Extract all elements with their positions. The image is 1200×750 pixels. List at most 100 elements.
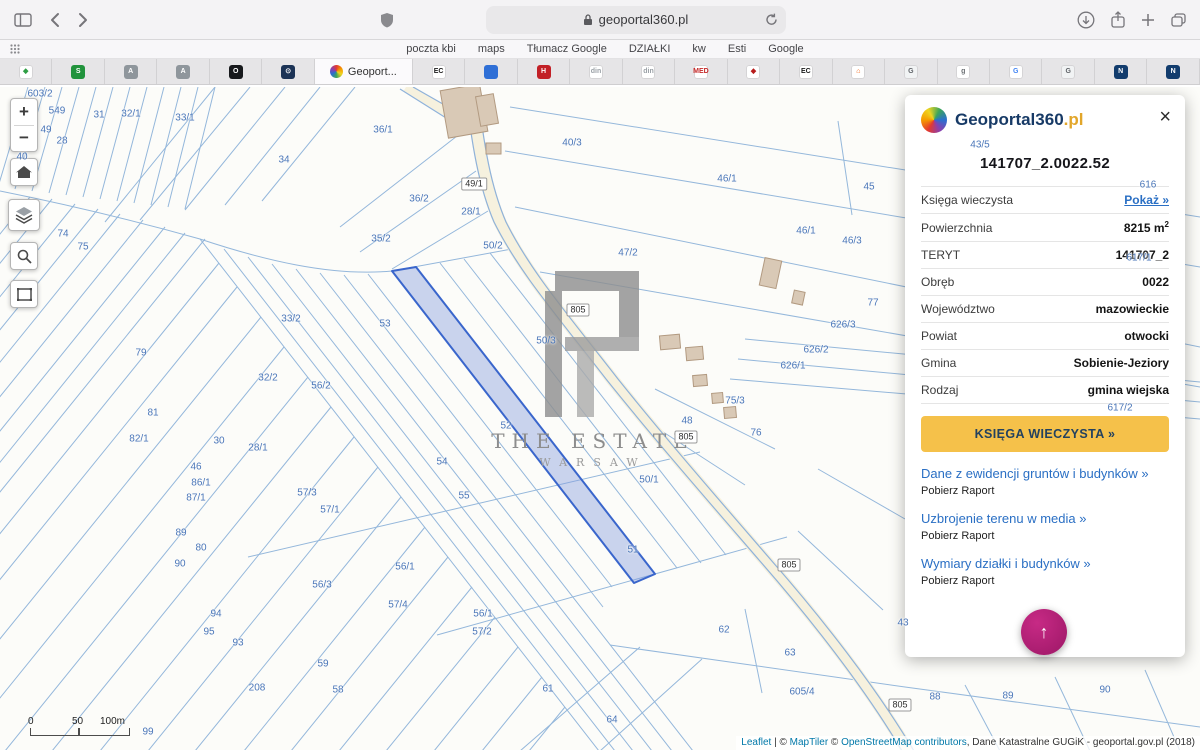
attribution-link[interactable]: MapTiler (790, 737, 829, 748)
row-value-link[interactable]: Pokaż » (1124, 193, 1169, 207)
browser-tab[interactable]: G (885, 59, 937, 84)
search-button[interactable] (10, 242, 38, 270)
tab-favicon: H (537, 65, 551, 79)
bookmarks-grid-icon[interactable] (10, 44, 20, 54)
bookmark-item[interactable]: poczta kbi (406, 43, 456, 55)
browser-tab[interactable]: ⌂ (833, 59, 885, 84)
browser-toolbar: geoportal360.pl (0, 0, 1200, 40)
report-sublabel: Pobierz Raport (921, 575, 1169, 587)
share-icon[interactable] (1111, 11, 1125, 28)
browser-tab[interactable]: S (52, 59, 104, 84)
tab-favicon: N (1114, 65, 1128, 79)
home-button[interactable] (10, 158, 38, 186)
zoom-out-button[interactable]: − (11, 126, 37, 151)
row-value: 8215 m2 (1124, 220, 1169, 235)
browser-tab[interactable]: H (518, 59, 570, 84)
report-links: Dane z ewidencji gruntów i budynków » Pob… (921, 466, 1169, 587)
zoom-control: + − (10, 98, 38, 152)
browser-tab[interactable]: G (990, 59, 1042, 84)
panel-row: TERYT141707_2 (921, 242, 1169, 269)
close-icon[interactable]: × (1159, 107, 1171, 127)
browser-tab[interactable]: ◆ (0, 59, 52, 84)
back-icon[interactable] (50, 12, 60, 28)
browser-tab[interactable]: A (105, 59, 157, 84)
scroll-top-button[interactable]: ↑ (1021, 609, 1067, 655)
browser-tab[interactable]: ◆ (728, 59, 780, 84)
downloads-icon[interactable] (1077, 11, 1095, 29)
tab-favicon: din (589, 65, 603, 79)
new-tab-icon[interactable] (1141, 13, 1155, 27)
panel-row: Powiatotwocki (921, 323, 1169, 350)
active-tab[interactable]: Geoport... (315, 59, 413, 84)
tab-overview-icon[interactable] (1171, 13, 1186, 27)
up-arrow-icon: ↑ (1040, 622, 1049, 643)
attribution-text: | © (771, 737, 789, 748)
browser-tab[interactable]: EC (413, 59, 465, 84)
panel-row: GminaSobienie-Jeziory (921, 350, 1169, 377)
report-link[interactable]: Uzbrojenie terenu w media » (921, 511, 1169, 526)
bookmark-item[interactable]: kw (692, 43, 705, 55)
parcel-attributes-table: Księga wieczysta Pokaż » Powierzchnia 8215 … (921, 186, 1169, 404)
select-area-button[interactable] (10, 280, 38, 308)
bookmark-item[interactable]: Tłumacz Google (527, 43, 607, 55)
tab-favicon: G (1061, 65, 1075, 79)
layers-button[interactable] (8, 199, 40, 231)
scale-mid: 50 (72, 716, 83, 727)
brand-name: Geoportal (955, 110, 1035, 130)
tab-favicon: G (1009, 65, 1023, 79)
bookmark-item[interactable]: DZIAŁKI (629, 43, 671, 55)
panel-row: Województwomazowieckie (921, 296, 1169, 323)
address-bar[interactable]: geoportal360.pl (486, 6, 786, 34)
row-label: Księga wieczysta (921, 193, 1013, 207)
bookmark-item[interactable]: Esti (728, 43, 746, 55)
report-sublabel: Pobierz Raport (921, 530, 1169, 542)
tab-group-right: ECHdindinMED◆EC⌂GgGGNN (413, 59, 1200, 84)
scale-zero: 0 (28, 716, 34, 727)
ksiega-wieczysta-button[interactable]: KSIĘGA WIECZYSTA » (921, 416, 1169, 452)
attribution-link[interactable]: Leaflet (741, 737, 771, 748)
bookmark-item[interactable]: Google (768, 43, 803, 55)
browser-tab[interactable]: ⊙ (262, 59, 314, 84)
row-value: gmina wiejska (1088, 383, 1169, 397)
privacy-shield-icon[interactable] (380, 12, 394, 28)
watermark-title: THE ESTATE (478, 429, 708, 453)
row-value: 141707_2 (1116, 248, 1169, 262)
browser-tab[interactable]: G (1042, 59, 1094, 84)
browser-tab[interactable]: N (1147, 59, 1199, 84)
brand-number: 360 (1035, 110, 1063, 130)
map-area[interactable]: THE ESTATE WARSAW 603/25493132/133/14928… (0, 87, 1200, 750)
panel-row: Rodzajgmina wiejska (921, 377, 1169, 404)
sidebar-toggle-icon[interactable] (14, 13, 32, 27)
info-panel: Geoportal360.pl × 141707_2.0022.52 Księg… (905, 95, 1185, 657)
forward-icon[interactable] (78, 12, 88, 28)
tab-favicon: G (904, 65, 918, 79)
tab-favicon (330, 65, 343, 78)
map-attribution: Leaflet | © MapTiler © OpenStreetMap con… (736, 736, 1200, 750)
panel-row: Powierzchnia 8215 m2 (921, 214, 1169, 242)
report-link[interactable]: Dane z ewidencji gruntów i budynków » (921, 466, 1169, 481)
row-value: otwocki (1124, 329, 1169, 343)
bookmark-item[interactable]: maps (478, 43, 505, 55)
browser-tab[interactable]: O (210, 59, 262, 84)
browser-tab[interactable]: din (623, 59, 675, 84)
tab-label: Geoport... (348, 66, 397, 78)
browser-tab[interactable] (465, 59, 517, 84)
browser-tab[interactable]: din (570, 59, 622, 84)
browser-tab[interactable]: N (1095, 59, 1147, 84)
tab-favicon: O (229, 65, 243, 79)
row-value: mazowieckie (1096, 302, 1169, 316)
report-link[interactable]: Wymiary działki i budynków » (921, 556, 1169, 571)
browser-tab[interactable]: g (938, 59, 990, 84)
attribution-link[interactable]: OpenStreetMap contributors (841, 737, 967, 748)
row-label: Obręb (921, 275, 954, 289)
browser-tab[interactable]: MED (675, 59, 727, 84)
browser-tab[interactable]: A (157, 59, 209, 84)
row-label: Powierzchnia (921, 221, 992, 235)
panel-row: Obręb0022 (921, 269, 1169, 296)
tab-group-left: ◆SAAO⊙ (0, 59, 315, 84)
browser-tab[interactable]: EC (780, 59, 832, 84)
zoom-in-button[interactable]: + (11, 100, 37, 125)
browser-window: geoportal360.pl poczta kbi (0, 0, 1200, 750)
geoportal-logo (921, 107, 947, 133)
reload-icon[interactable] (765, 13, 778, 26)
